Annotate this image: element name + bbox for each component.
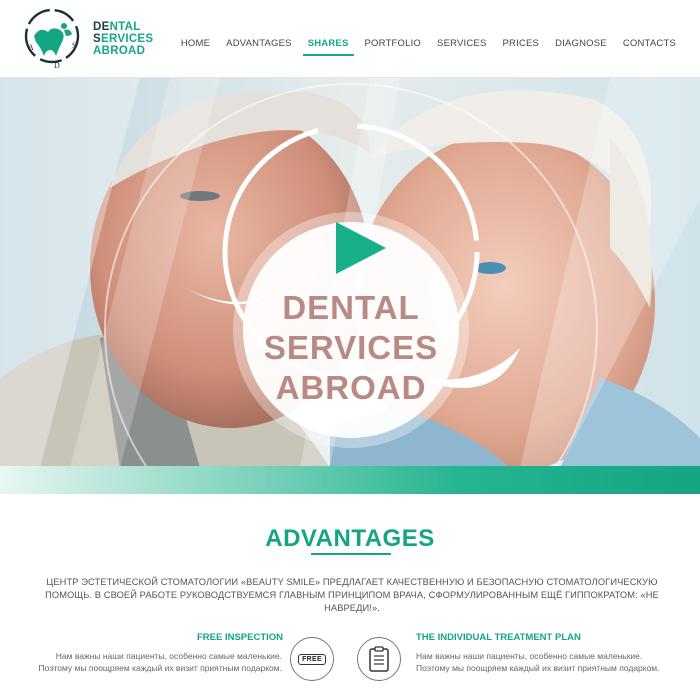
- nav-portfolio[interactable]: PORTFOLIO: [357, 38, 430, 49]
- tooth-logo-icon[interactable]: D S A: [20, 6, 84, 70]
- nav-services[interactable]: SERVICES: [429, 38, 494, 49]
- logo-letter-a: A: [28, 43, 34, 52]
- feature-desc-treatment-plan: Нам важны наши пациенты, особенно самые …: [416, 651, 660, 673]
- clipboard-glyph: [369, 646, 389, 672]
- logo-letter-d: D: [54, 61, 60, 70]
- clipboard-icon: [357, 637, 401, 681]
- nav-advantages[interactable]: ADVANTAGES: [218, 38, 300, 49]
- video-line-2: SERVICES: [263, 329, 439, 366]
- green-band: [0, 466, 700, 494]
- feature-title-treatment-plan: THE INDIVIDUAL TREATMENT PLAN: [416, 632, 581, 643]
- hero-section: DENTAL SERVICES ABROAD: [0, 78, 700, 468]
- brand-line1-b: NTAL: [109, 21, 141, 33]
- nav-diagnose[interactable]: DIAGNOSE: [547, 38, 615, 49]
- video-line-3: ABROAD: [275, 369, 427, 406]
- nav-prices[interactable]: PRICES: [495, 38, 548, 49]
- brand-name[interactable]: DENTAL SERVICES ABROAD: [93, 21, 153, 57]
- advantages-text: ЦЕНТР ЭСТЕТИЧЕСКОЙ СТОМАТОЛОГИИ «BEAUTY …: [45, 577, 659, 613]
- nav-shares[interactable]: SHARES: [300, 38, 357, 56]
- free-badge-label: FREE: [298, 653, 326, 665]
- brand-line3: ABROAD: [93, 45, 146, 57]
- brand-line2-b: ERVICES: [100, 33, 154, 45]
- video-line-1: DENTAL: [282, 289, 420, 326]
- nav-contacts[interactable]: CONTACTS: [615, 38, 684, 49]
- nav-home[interactable]: HOME: [173, 38, 218, 49]
- free-badge-icon: FREE: [290, 637, 334, 681]
- main-nav: HOME ADVANTAGES SHARES PORTFOLIO SERVICE…: [173, 38, 684, 56]
- video-title: DENTAL SERVICES ABROAD: [243, 288, 459, 408]
- feature-desc-free-inspection: Нам важны наши пациенты, особенно самые …: [38, 651, 282, 673]
- advantages-title: ADVANTAGES: [265, 525, 435, 552]
- brand-line2-a: S: [93, 33, 101, 45]
- play-icon[interactable]: [336, 222, 386, 274]
- brand-line1-a: DE: [93, 21, 110, 33]
- advantages-underline: [311, 553, 391, 555]
- feature-title-free-inspection: FREE INSPECTION: [197, 632, 284, 643]
- logo-letter-s: S: [72, 41, 76, 50]
- site-header: D S A DENTAL SERVICES ABROAD HOME ADVANT…: [0, 0, 700, 78]
